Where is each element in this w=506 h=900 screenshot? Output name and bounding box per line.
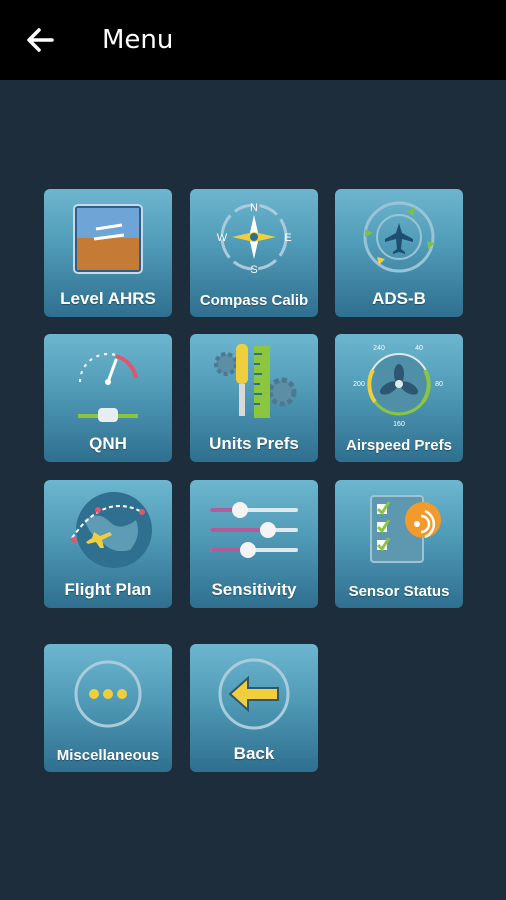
sliders-icon <box>210 502 298 558</box>
tile-label: Level AHRS <box>60 289 156 308</box>
compass-n-label: N <box>250 202 258 214</box>
compass-icon: N E S W <box>217 202 292 276</box>
airspeed-tick-label: 240 <box>373 345 385 352</box>
tile-label: ADS-B <box>372 289 426 308</box>
units-prefs-button[interactable]: Units Prefs <box>190 334 318 462</box>
miscellaneous-button[interactable]: Miscellaneous <box>44 644 172 772</box>
traffic-radar-icon <box>363 201 435 273</box>
checklist-signal-icon <box>370 495 441 563</box>
airspeed-tick-label: 160 <box>393 421 405 428</box>
qnh-button[interactable]: QNH <box>44 334 172 462</box>
app-bar: Menu <box>0 0 506 80</box>
page-title: Menu <box>102 25 174 55</box>
airspeed-tick-label: 80 <box>435 381 443 388</box>
more-dots-icon <box>74 660 142 728</box>
attitude-indicator-icon <box>73 204 143 274</box>
altimeter-dial-icon <box>78 353 138 422</box>
airspeed-prefs-button[interactable]: 240 40 200 80 160 Airspeed Prefs <box>335 334 463 462</box>
globe-route-icon <box>71 492 152 568</box>
sensor-status-button[interactable]: Sensor Status <box>335 480 463 608</box>
tile-label: Compass Calib <box>199 292 309 309</box>
arrow-left-icon <box>218 658 290 730</box>
tile-label: Airspeed Prefs <box>346 437 452 454</box>
compass-w-label: W <box>217 232 228 244</box>
tile-label: Back <box>233 744 275 763</box>
tile-label: Miscellaneous <box>56 747 160 764</box>
airspeed-tick-label: 200 <box>353 381 365 388</box>
airspeed-tick-label: 40 <box>415 345 423 352</box>
ruler-screwdriver-icon <box>214 344 297 418</box>
sensitivity-button[interactable]: Sensitivity <box>190 480 318 608</box>
flight-plan-button[interactable]: Flight Plan <box>44 480 172 608</box>
back-button[interactable]: Back <box>190 644 318 772</box>
tile-label: QNH <box>89 434 127 453</box>
tile-label: Sensor Status <box>348 583 450 600</box>
compass-s-label: S <box>250 264 257 276</box>
tile-label: Flight Plan <box>64 580 152 599</box>
airspeed-gauge-icon: 240 40 200 80 160 <box>353 345 443 428</box>
arrow-left-icon[interactable] <box>22 22 58 58</box>
level-ahrs-button[interactable]: Level AHRS <box>44 189 172 317</box>
compass-calib-button[interactable]: N E S W Compass Calib <box>190 189 318 317</box>
ads-b-button[interactable]: ADS-B <box>335 189 463 317</box>
tile-label: Units Prefs <box>209 434 299 453</box>
compass-e-label: E <box>284 232 291 244</box>
tile-label: Sensitivity <box>211 580 297 599</box>
